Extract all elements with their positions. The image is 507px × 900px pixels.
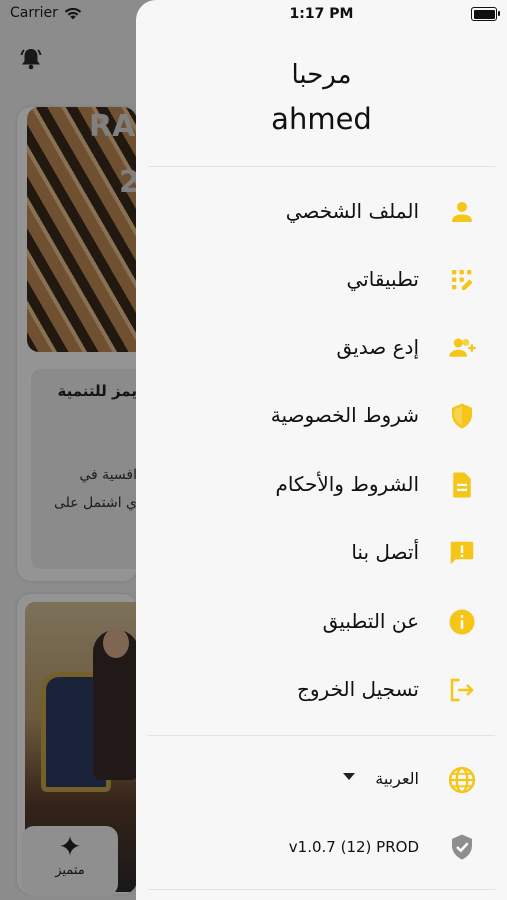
menu-item-label: الشروط والأحكام: [275, 472, 419, 496]
username-text: ahmed: [271, 102, 372, 136]
menu-item-label: تسجيل الخروج: [296, 677, 419, 701]
menu-item-privacy[interactable]: شروط الخصوصية: [136, 391, 507, 441]
feedback-icon: [450, 541, 474, 565]
logout-icon: [450, 678, 474, 702]
menu-item-label: شروط الخصوصية: [270, 403, 419, 427]
add-friend-icon: [449, 338, 476, 357]
person-icon: [452, 202, 472, 222]
menu-item-label: أتصل بنا: [351, 540, 419, 564]
language-selector[interactable]: العربية: [136, 755, 507, 805]
battery-icon: [471, 7, 500, 21]
app-version-row: v1.0.7 (12) PROD: [136, 822, 507, 872]
shield-icon: [452, 403, 472, 429]
menu-item-profile[interactable]: الملف الشخصي: [136, 187, 507, 237]
globe-icon: [448, 766, 476, 794]
menu-item-label: تطبيقاتي: [346, 267, 420, 291]
divider: [148, 889, 495, 890]
app-version-text: v1.0.7 (12) PROD: [288, 838, 419, 856]
divider: [148, 735, 495, 736]
menu-item-label: عن التطبيق: [322, 609, 419, 633]
divider: [148, 166, 495, 167]
menu-item-contact-us[interactable]: أتصل بنا: [136, 528, 507, 578]
side-drawer: 1:17 PM مرحبا ahmed الملف الشخصي تطبيقات…: [136, 0, 507, 900]
status-bar-time: 1:17 PM: [289, 6, 354, 22]
menu-item-about[interactable]: عن التطبيق: [136, 597, 507, 647]
menu-item-invite-friend[interactable]: إدع صديق: [136, 323, 507, 373]
verified-shield-icon: [452, 834, 472, 860]
info-icon: [449, 609, 475, 635]
menu-item-terms[interactable]: الشروط والأحكام: [136, 460, 507, 510]
greeting-text: مرحبا: [291, 60, 352, 90]
menu-item-label: الملف الشخصي: [285, 199, 419, 223]
document-icon: [453, 472, 471, 498]
menu-item-my-apps[interactable]: تطبيقاتي: [136, 255, 507, 305]
menu-item-label: إدع صديق: [336, 335, 419, 359]
apps-edit-icon: [452, 270, 473, 290]
caret-down-icon[interactable]: [343, 773, 355, 780]
menu-item-logout[interactable]: تسجيل الخروج: [136, 665, 507, 715]
language-selected-value: العربية: [375, 769, 419, 788]
